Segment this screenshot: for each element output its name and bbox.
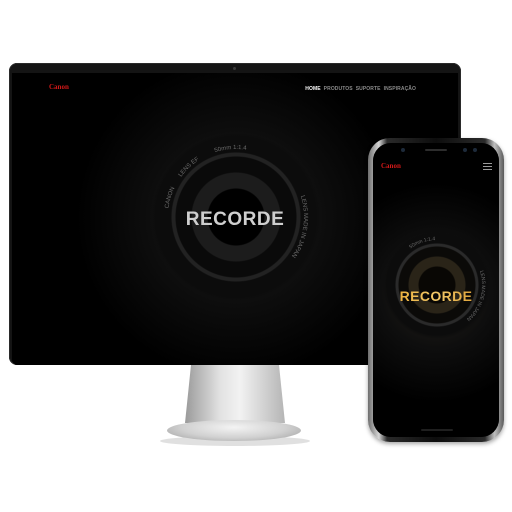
lens-ring-lettering-mobile: 50mm 1:1.4 LENS MADE IN JAPAN xyxy=(408,236,486,322)
lens-text-lens-ef: LENS EF xyxy=(178,156,201,178)
svg-text:50mm 1:1.4: 50mm 1:1.4 xyxy=(408,236,435,250)
phone-home-indicator xyxy=(421,429,453,431)
svg-text:50mm 1:1.4: 50mm 1:1.4 xyxy=(214,145,248,154)
canon-logo[interactable]: Canon xyxy=(49,83,69,91)
lens-text-focal: 50mm 1:1.4 xyxy=(214,145,248,154)
svg-text:CANON: CANON xyxy=(165,186,177,209)
hero-headline-mobile: RECORDE xyxy=(373,288,499,304)
nav-item-home[interactable]: HOME xyxy=(305,86,320,92)
monitor-stand-base xyxy=(167,420,301,441)
mobile-phone: Canon 50mm 1:1.4 LENS MADE IN JAPAN RECO… xyxy=(368,138,504,442)
lens-text-focal-mobile: 50mm 1:1.4 xyxy=(408,236,435,250)
monitor-stand-neck xyxy=(185,365,285,423)
lens-text-canon: CANON xyxy=(165,186,177,209)
nav-item-suporte[interactable]: SUPORTE xyxy=(356,86,381,92)
webcam-dot xyxy=(233,67,236,70)
hero-headline: RECORDE xyxy=(185,209,285,230)
canon-logo-mobile[interactable]: Canon xyxy=(381,162,401,170)
mobile-screen: Canon 50mm 1:1.4 LENS MADE IN JAPAN RECO… xyxy=(373,143,499,437)
nav-item-produtos[interactable]: PRODUTOS xyxy=(324,86,353,92)
phone-front-camera xyxy=(463,148,467,152)
phone-sensor xyxy=(473,148,477,152)
hamburger-icon[interactable] xyxy=(483,163,492,170)
phone-sensor xyxy=(401,148,405,152)
desktop-nav: HOME PRODUTOS SUPORTE INSPIRAÇÃO xyxy=(305,86,416,92)
phone-speaker xyxy=(425,149,447,151)
desktop-header: Canon HOME PRODUTOS SUPORTE INSPIRAÇÃO xyxy=(12,73,458,99)
nav-item-inspiracao[interactable]: INSPIRAÇÃO xyxy=(384,86,416,92)
svg-text:LENS EF: LENS EF xyxy=(178,156,201,178)
